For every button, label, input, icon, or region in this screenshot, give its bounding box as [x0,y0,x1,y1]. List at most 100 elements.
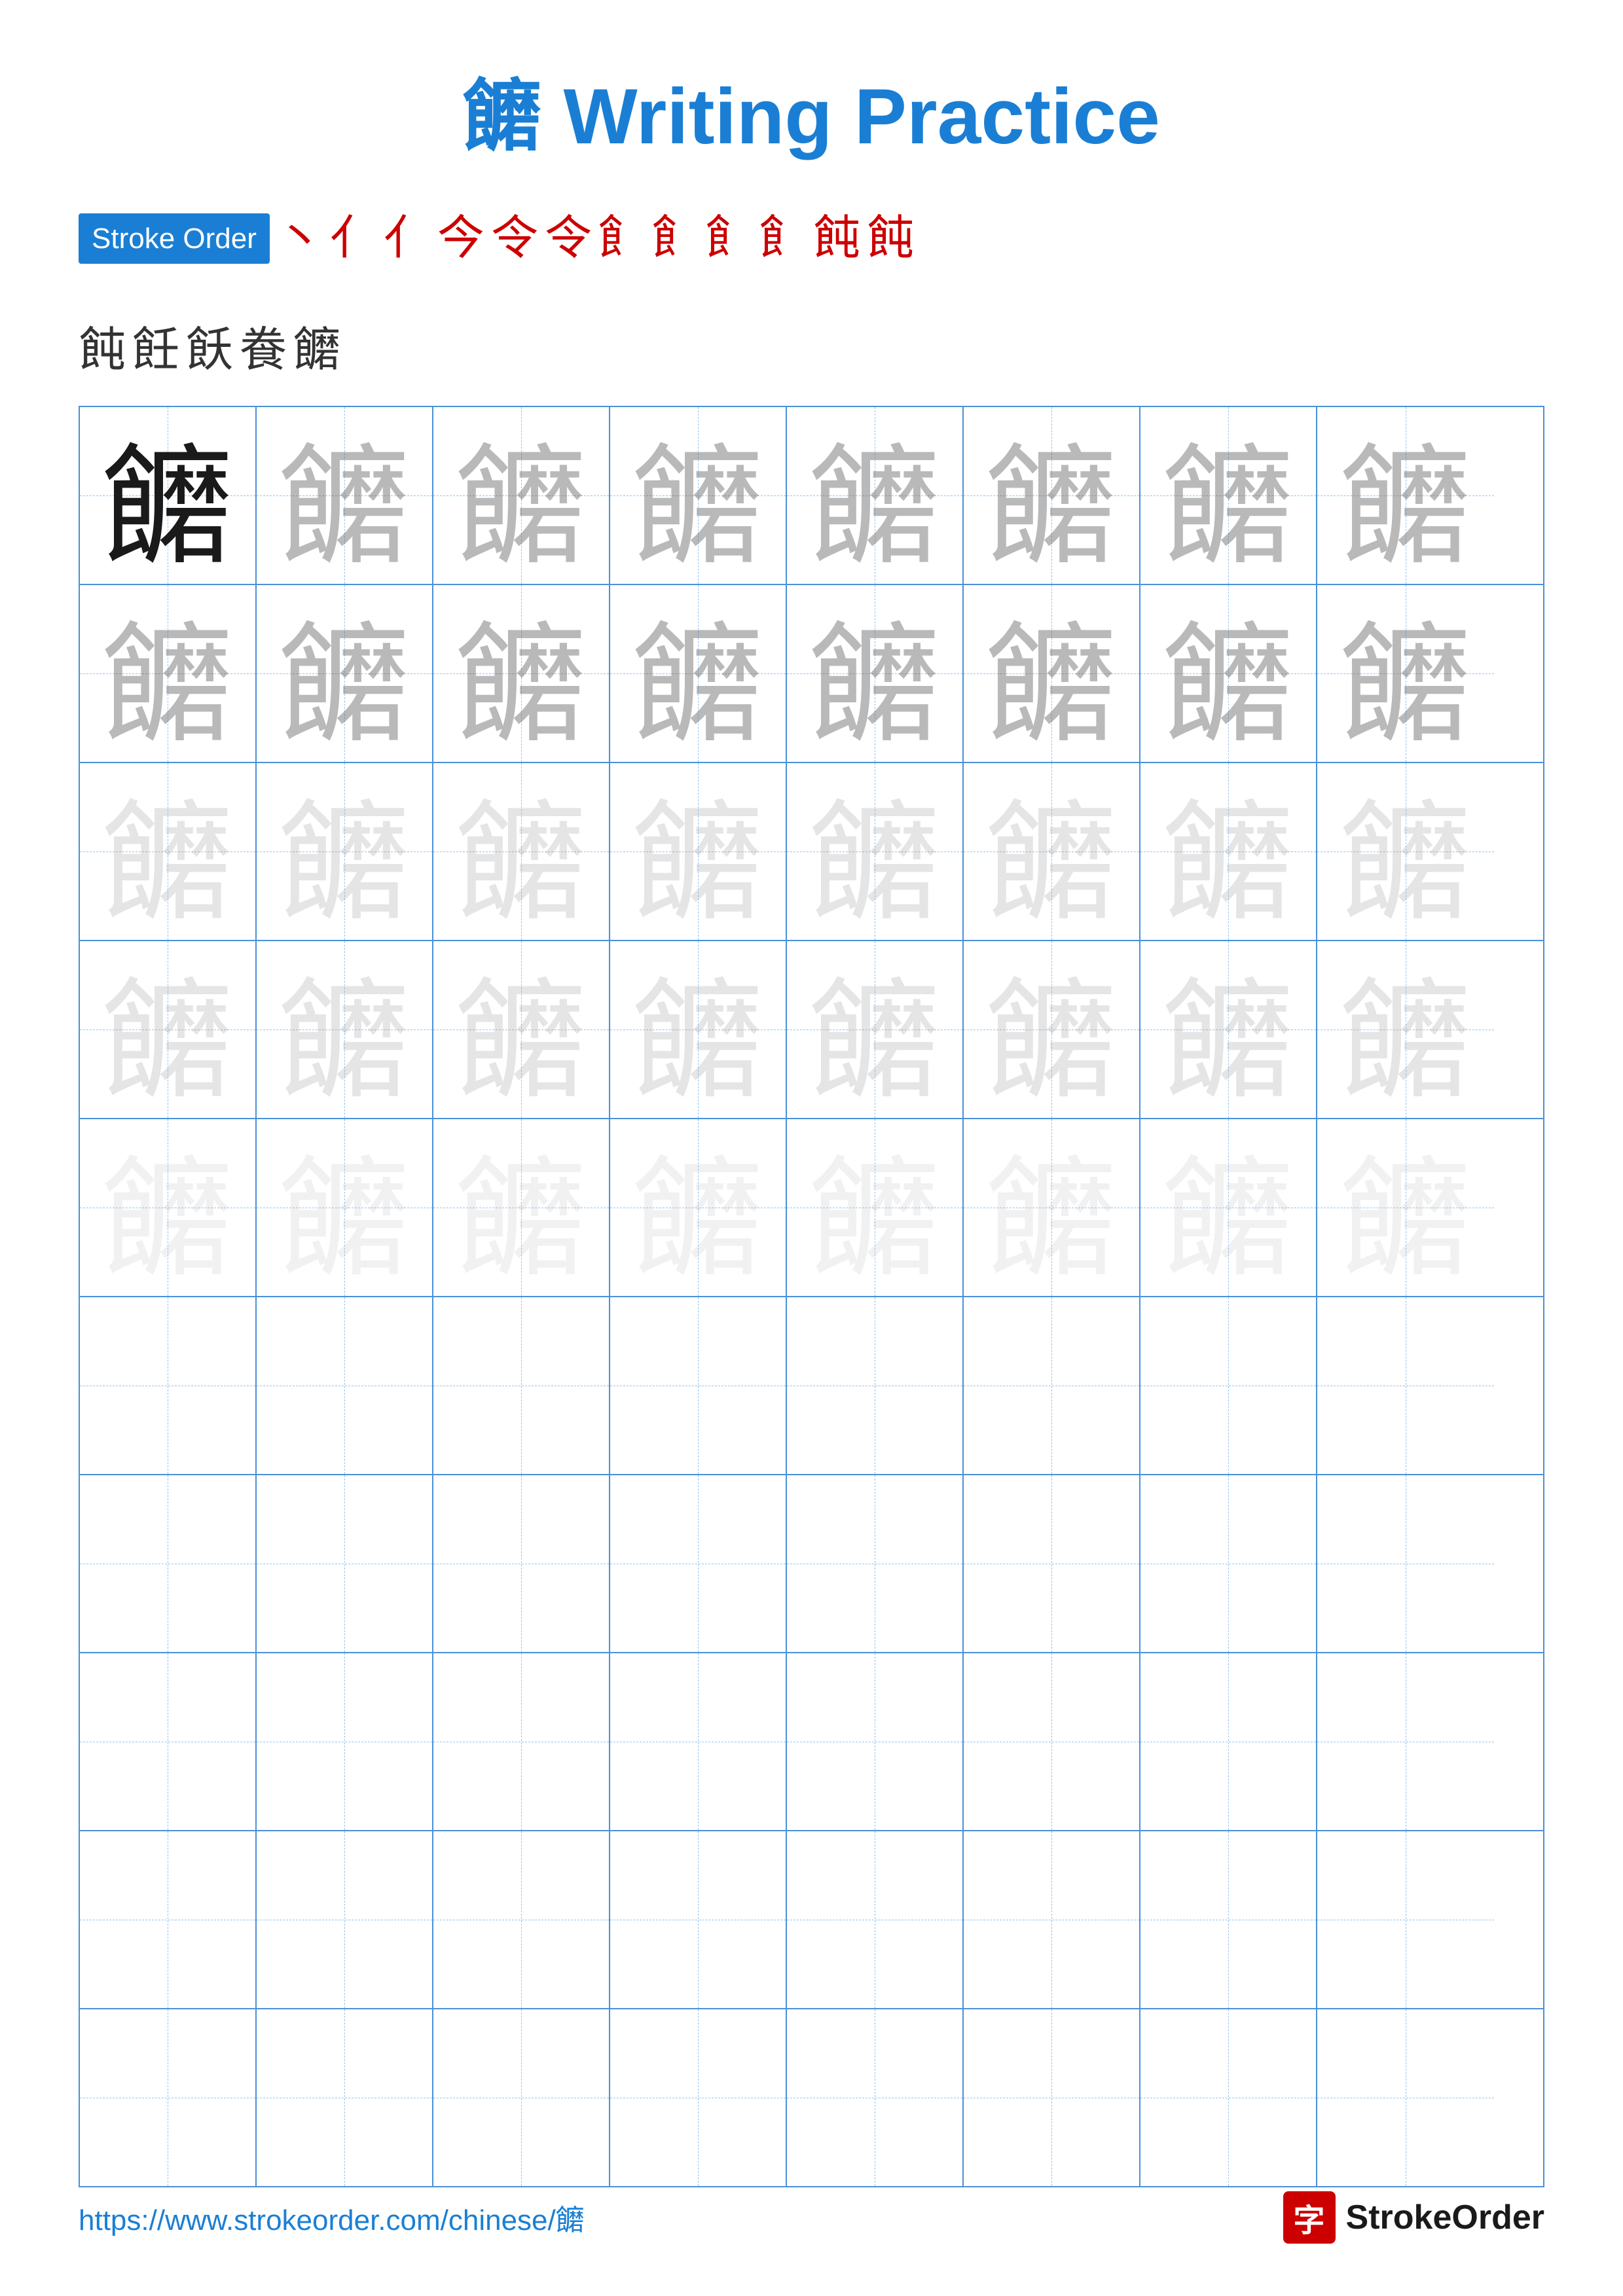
grid-cell-6-3[interactable] [433,1297,610,1474]
practice-char: 饝 [1163,757,1294,946]
grid-cell-4-1[interactable]: 饝 [80,941,257,1118]
grid-cell-6-4[interactable] [610,1297,787,1474]
grid-cell-9-2[interactable] [257,1831,433,2008]
grid-cell-1-1[interactable]: 饝 [80,407,257,584]
practice-char: 饝 [102,401,233,590]
stroke-char-13: 飩 [79,311,126,380]
grid-cell-6-7[interactable] [1140,1297,1317,1474]
grid-cell-4-6[interactable]: 饝 [964,941,1140,1118]
grid-cell-5-2[interactable]: 饝 [257,1119,433,1296]
practice-char: 饝 [1340,1113,1471,1302]
grid-cell-7-3[interactable] [433,1475,610,1652]
practice-char: 饝 [809,579,940,768]
grid-cell-2-4[interactable]: 饝 [610,585,787,762]
grid-cell-5-3[interactable]: 饝 [433,1119,610,1296]
grid-cell-9-6[interactable] [964,1831,1140,2008]
practice-char: 饝 [1163,401,1294,590]
grid-cell-7-8[interactable] [1317,1475,1494,1652]
grid-cell-8-4[interactable] [610,1653,787,1830]
grid-cell-8-7[interactable] [1140,1653,1317,1830]
stroke-char-5: 令 [491,206,538,272]
grid-cell-8-8[interactable] [1317,1653,1494,1830]
grid-cell-2-6[interactable]: 饝 [964,585,1140,762]
grid-cell-6-6[interactable] [964,1297,1140,1474]
grid-cell-6-5[interactable] [787,1297,964,1474]
practice-char: 饝 [809,401,940,590]
grid-cell-7-7[interactable] [1140,1475,1317,1652]
grid-cell-3-3[interactable]: 饝 [433,763,610,940]
title-text: Writing Practice [541,73,1160,160]
grid-cell-10-2[interactable] [257,2009,433,2186]
grid-cell-5-6[interactable]: 饝 [964,1119,1140,1296]
grid-cell-8-6[interactable] [964,1653,1140,1830]
grid-cell-4-2[interactable]: 饝 [257,941,433,1118]
grid-cell-2-1[interactable]: 饝 [80,585,257,762]
grid-cell-9-7[interactable] [1140,1831,1317,2008]
grid-row-9 [80,1831,1543,2009]
grid-cell-1-7[interactable]: 饝 [1140,407,1317,584]
stroke-order-section: Stroke Order 丶 亻 亻 今 令 令 飠 飠 飠 飠 飩 飩 [0,206,1623,272]
grid-cell-10-1[interactable] [80,2009,257,2186]
grid-cell-3-5[interactable]: 饝 [787,763,964,940]
grid-cell-7-4[interactable] [610,1475,787,1652]
grid-cell-4-4[interactable]: 饝 [610,941,787,1118]
grid-cell-7-1[interactable] [80,1475,257,1652]
grid-cell-7-6[interactable] [964,1475,1140,1652]
grid-cell-10-7[interactable] [1140,2009,1317,2186]
grid-cell-3-4[interactable]: 饝 [610,763,787,940]
grid-cell-6-8[interactable] [1317,1297,1494,1474]
practice-char: 饝 [986,579,1117,768]
grid-cell-3-2[interactable]: 饝 [257,763,433,940]
grid-cell-6-2[interactable] [257,1297,433,1474]
grid-cell-1-2[interactable]: 饝 [257,407,433,584]
practice-char: 饝 [986,1113,1117,1302]
practice-char: 饝 [632,1113,763,1302]
grid-cell-2-3[interactable]: 饝 [433,585,610,762]
stroke-order-row1: Stroke Order 丶 亻 亻 今 令 令 飠 飠 飠 飠 飩 飩 [79,206,1544,272]
grid-cell-1-8[interactable]: 饝 [1317,407,1494,584]
grid-cell-4-7[interactable]: 饝 [1140,941,1317,1118]
grid-cell-7-2[interactable] [257,1475,433,1652]
practice-char: 饝 [632,579,763,768]
grid-cell-4-3[interactable]: 饝 [433,941,610,1118]
grid-cell-3-6[interactable]: 饝 [964,763,1140,940]
grid-row-8 [80,1653,1543,1831]
grid-cell-8-5[interactable] [787,1653,964,1830]
grid-cell-10-4[interactable] [610,2009,787,2186]
grid-cell-9-1[interactable] [80,1831,257,2008]
grid-cell-3-1[interactable]: 饝 [80,763,257,940]
grid-cell-4-5[interactable]: 饝 [787,941,964,1118]
grid-cell-9-8[interactable] [1317,1831,1494,2008]
grid-cell-10-3[interactable] [433,2009,610,2186]
grid-cell-9-4[interactable] [610,1831,787,2008]
grid-cell-8-3[interactable] [433,1653,610,1830]
grid-cell-2-8[interactable]: 饝 [1317,585,1494,762]
grid-cell-10-8[interactable] [1317,2009,1494,2186]
grid-cell-5-5[interactable]: 饝 [787,1119,964,1296]
footer-url[interactable]: https://www.strokeorder.com/chinese/饝 [79,2197,585,2238]
grid-cell-5-4[interactable]: 饝 [610,1119,787,1296]
grid-cell-2-7[interactable]: 饝 [1140,585,1317,762]
grid-cell-5-8[interactable]: 饝 [1317,1119,1494,1296]
grid-cell-1-5[interactable]: 饝 [787,407,964,584]
grid-cell-9-3[interactable] [433,1831,610,2008]
grid-cell-2-2[interactable]: 饝 [257,585,433,762]
grid-cell-3-7[interactable]: 饝 [1140,763,1317,940]
grid-cell-8-1[interactable] [80,1653,257,1830]
grid-cell-3-8[interactable]: 饝 [1317,763,1494,940]
grid-cell-10-5[interactable] [787,2009,964,2186]
grid-cell-10-6[interactable] [964,2009,1140,2186]
grid-cell-4-8[interactable]: 饝 [1317,941,1494,1118]
practice-char: 饝 [279,1113,410,1302]
grid-cell-1-4[interactable]: 饝 [610,407,787,584]
grid-cell-6-1[interactable] [80,1297,257,1474]
grid-cell-2-5[interactable]: 饝 [787,585,964,762]
grid-cell-1-3[interactable]: 饝 [433,407,610,584]
grid-cell-5-7[interactable]: 饝 [1140,1119,1317,1296]
grid-cell-7-5[interactable] [787,1475,964,1652]
grid-cell-8-2[interactable] [257,1653,433,1830]
grid-cell-1-6[interactable]: 饝 [964,407,1140,584]
practice-char: 饝 [1340,401,1471,590]
grid-cell-9-5[interactable] [787,1831,964,2008]
grid-cell-5-1[interactable]: 饝 [80,1119,257,1296]
